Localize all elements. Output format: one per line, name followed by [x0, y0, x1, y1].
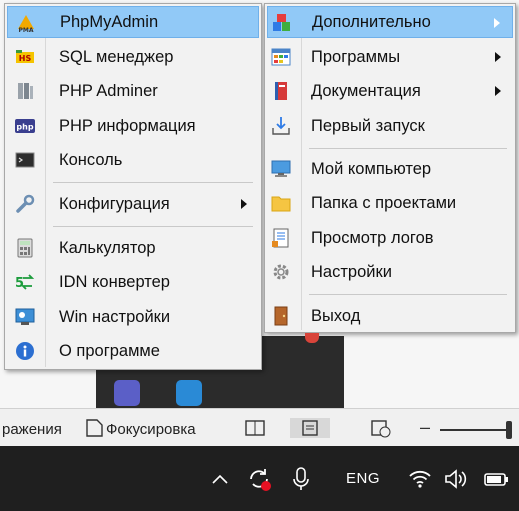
menu-item-label: Выход	[311, 306, 361, 325]
menu-item-label: Конфигурация	[59, 194, 170, 213]
zoom-out-button[interactable]: –	[420, 417, 430, 438]
win-settings-icon	[15, 307, 35, 327]
calculator-icon	[15, 238, 35, 258]
menu-separator	[53, 182, 253, 183]
adminer-icon	[15, 81, 35, 101]
wrench-icon	[15, 194, 35, 214]
menu-item-about[interactable]: О программе	[7, 335, 259, 367]
menu-item-first-run[interactable]: Первый запуск	[267, 110, 513, 142]
menu-item-win-settings[interactable]: Win настройки	[7, 301, 259, 333]
first-run-icon	[271, 116, 291, 136]
menu-separator	[309, 148, 507, 149]
log-viewer-icon	[271, 228, 291, 248]
programs-icon	[271, 47, 291, 67]
sql-manager-icon: HS	[15, 47, 35, 67]
phpmyadmin-icon: PMA	[16, 13, 36, 34]
submenu-arrow-icon	[241, 199, 247, 209]
menu-item-php-adminer[interactable]: PHP Adminer	[7, 75, 259, 107]
menu-item-configuration[interactable]: Конфигурация	[7, 188, 259, 220]
app-badge-icon[interactable]	[305, 333, 319, 343]
my-computer-icon	[271, 159, 291, 179]
menu-item-settings[interactable]: Настройки	[267, 256, 513, 288]
menu-item-php-info[interactable]: php PHP информация	[7, 110, 259, 142]
teams-icon[interactable]	[114, 380, 140, 406]
svg-text:5: 5	[15, 276, 24, 291]
menu-item-label: IDN конвертер	[59, 272, 170, 291]
menu-item-idn-converter[interactable]: 5 IDN конвертер	[7, 266, 259, 298]
menu-item-my-computer[interactable]: Мой компьютер	[267, 153, 513, 185]
submenu-arrow-icon	[495, 86, 501, 96]
menu-item-label: PHP информация	[59, 116, 196, 135]
menu-item-label: Win настройки	[59, 307, 171, 326]
sync-icon[interactable]	[242, 446, 276, 511]
volume-icon[interactable]	[442, 446, 472, 511]
info-icon	[15, 341, 35, 361]
wifi-icon[interactable]	[406, 446, 434, 511]
menu-item-console[interactable]: Консоль	[7, 144, 259, 176]
microphone-icon[interactable]	[288, 446, 314, 511]
menu-item-label: PhpMyAdmin	[60, 12, 159, 31]
menu-item-label: Программы	[311, 47, 401, 66]
submenu-arrow-icon	[494, 18, 500, 28]
menu-item-label: Калькулятор	[59, 238, 156, 257]
web-layout-icon[interactable]	[370, 418, 392, 438]
svg-text:HS: HS	[19, 54, 32, 63]
menu-separator	[309, 294, 507, 295]
zoom-slider-thumb[interactable]	[506, 421, 512, 439]
menu-item-projects-folder[interactable]: Папка с проектами	[267, 187, 513, 219]
idn-converter-icon: 5	[15, 272, 35, 292]
chevron-up-icon[interactable]	[206, 446, 234, 511]
print-layout-icon[interactable]	[290, 418, 330, 438]
menu-item-label: Документация	[311, 81, 421, 100]
language-indicator[interactable]: ENG	[338, 446, 388, 511]
menu-item-label: Папка с проектами	[311, 193, 457, 212]
menu-item-documentation[interactable]: Документация	[267, 75, 513, 107]
menu-item-label: О программе	[59, 341, 160, 360]
main-submenu: Дополнительно Программы Документация Пер…	[264, 3, 516, 333]
svg-text:php: php	[16, 123, 33, 132]
status-bar: ражения Фокусировка –	[0, 408, 519, 447]
focus-icon[interactable]	[84, 418, 106, 438]
menu-item-label: Первый запуск	[311, 116, 425, 135]
menu-item-log-viewer[interactable]: Просмотр логов	[267, 222, 513, 254]
menu-item-phpmyadmin[interactable]: PMA PhpMyAdmin	[7, 6, 259, 38]
php-info-icon: php	[15, 116, 35, 136]
zoom-slider[interactable]	[440, 429, 512, 431]
menu-item-exit[interactable]: Выход	[267, 300, 513, 332]
menu-item-label: Дополнительно	[312, 12, 431, 31]
menu-item-calculator[interactable]: Калькулятор	[7, 232, 259, 264]
menu-item-label: Мой компьютер	[311, 159, 432, 178]
menu-item-label: SQL менеджер	[59, 47, 174, 66]
menu-item-label: PHP Adminer	[59, 81, 158, 100]
remote-desktop-icon[interactable]	[176, 380, 202, 406]
folder-icon	[271, 193, 291, 213]
gear-icon	[271, 262, 291, 282]
console-icon	[15, 150, 35, 170]
submenu-arrow-icon	[495, 52, 501, 62]
documentation-icon	[271, 81, 291, 101]
menu-item-label: Просмотр логов	[311, 228, 434, 247]
menu-item-sql-manager[interactable]: HS SQL менеджер	[7, 41, 259, 73]
status-text-left: ражения	[2, 421, 62, 438]
menu-item-programs[interactable]: Программы	[267, 41, 513, 73]
menu-item-label: Настройки	[311, 262, 392, 281]
tray-context-menu: PMA PhpMyAdmin HS SQL менеджер PHP Admin…	[4, 3, 262, 370]
taskbar: ENG	[0, 446, 519, 511]
battery-icon[interactable]	[480, 446, 512, 511]
menu-separator	[53, 226, 253, 227]
menu-item-additional[interactable]: Дополнительно	[267, 6, 513, 38]
svg-text:PMA: PMA	[18, 27, 33, 33]
read-mode-icon[interactable]	[244, 418, 266, 438]
exit-door-icon	[271, 306, 291, 326]
menu-item-label: Консоль	[59, 150, 123, 169]
focus-mode-label[interactable]: Фокусировка	[106, 421, 196, 438]
additional-icon	[272, 13, 292, 33]
